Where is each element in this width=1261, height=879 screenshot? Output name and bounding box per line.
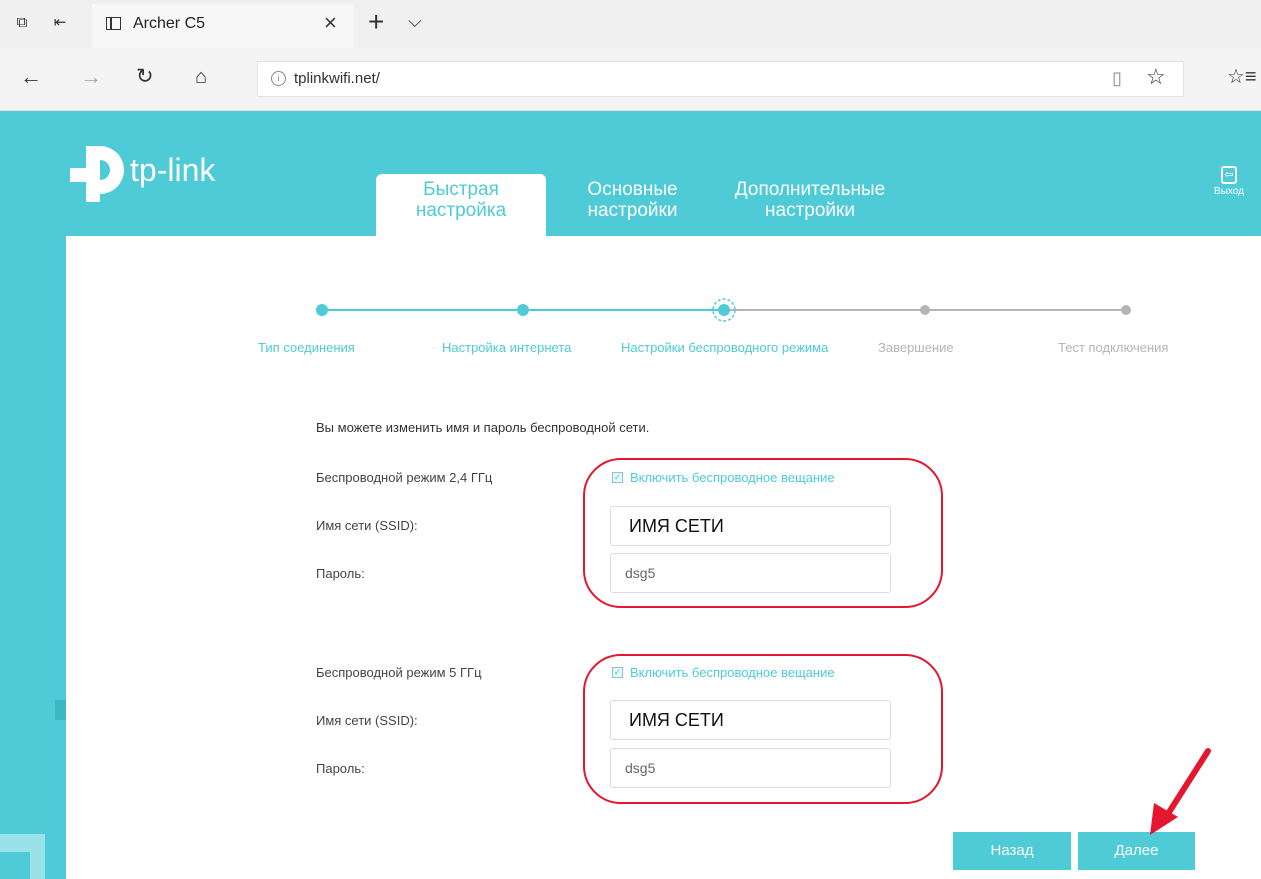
step-label-2: Настройка интернета: [442, 340, 572, 355]
tab-quick-setup-line1: Быстрая: [423, 179, 499, 200]
tab-quick-setup-line2: настройка: [415, 200, 507, 221]
step-label-3: Настройки беспроводного режима: [621, 340, 829, 355]
band-24-ssid-label: Имя сети (SSID):: [316, 518, 418, 533]
back-button[interactable]: Назад: [953, 832, 1071, 870]
tab-overview-icon[interactable]: ⧉: [12, 13, 32, 33]
chevron-down-icon[interactable]: ⌵: [408, 10, 422, 32]
annotation-arrow: [1150, 748, 1211, 835]
tab-basic-settings[interactable]: Основные настройки: [575, 179, 690, 221]
logout-label: Выход: [1214, 186, 1244, 197]
url-text: tplinkwifi.net/: [294, 70, 380, 87]
band-5-password-label: Пароль:: [316, 761, 365, 776]
step-label-5: Тест подключения: [1058, 340, 1169, 355]
annotation-oval: [583, 458, 943, 608]
home-icon[interactable]: ⌂: [195, 64, 207, 90]
tab-advanced-line2: настройки: [765, 200, 855, 221]
setup-stepper: Тип соединения Настройка интернета Настр…: [250, 290, 1220, 370]
back-arrow-icon[interactable]: ←: [20, 64, 42, 90]
logout-icon: ⇦: [1221, 166, 1237, 184]
set-tabs-aside-icon[interactable]: ⇤: [50, 13, 70, 33]
step-label-1: Тип соединения: [258, 340, 355, 355]
new-tab-icon[interactable]: +: [368, 7, 384, 37]
close-tab-icon[interactable]: ×: [324, 12, 337, 34]
step-dot-3: [718, 304, 730, 316]
step-dot-2: [517, 304, 529, 316]
strip-decoration: [55, 700, 66, 720]
left-accent-strip: [0, 236, 66, 879]
browser-toolbar: ← → ↻ ⌂ i tplinkwifi.net/: [0, 48, 1261, 111]
forward-arrow-icon[interactable]: →: [80, 64, 102, 90]
refresh-icon[interactable]: ↻: [136, 64, 154, 90]
step-dot-4: [920, 305, 930, 315]
step-dot-1: [316, 304, 328, 316]
band-24-password-label: Пароль:: [316, 566, 365, 581]
tab-title: Archer C5: [133, 15, 206, 32]
info-icon[interactable]: i: [271, 71, 286, 86]
reading-view-icon[interactable]: ▯: [1112, 68, 1122, 89]
step-dot-5: [1121, 305, 1131, 315]
stepper-track: [316, 298, 1131, 322]
step-label-4: Завершение: [878, 340, 954, 355]
browser-tab-bar: ⧉ ⇤ Archer C5 × + ⌵: [0, 0, 1261, 48]
brand-name: tp-link: [130, 152, 216, 188]
band-5-ssid-label: Имя сети (SSID):: [316, 713, 418, 728]
tab-basic-line2: настройки: [587, 200, 678, 221]
tab-advanced-settings[interactable]: Дополнительные настройки: [715, 179, 905, 221]
annotation-oval: [583, 654, 943, 804]
strip-decoration: [0, 852, 30, 879]
browser-tab[interactable]: Archer C5 ×: [92, 4, 354, 48]
tab-quick-setup[interactable]: Быстрая настройка: [376, 174, 546, 236]
tab-basic-line1: Основные: [587, 179, 678, 200]
logout-button[interactable]: ⇦ Выход: [1207, 166, 1251, 197]
intro-text: Вы можете изменить имя и пароль беспрово…: [316, 420, 650, 435]
band-5-title: Беспроводной режим 5 ГГц: [316, 665, 482, 680]
address-bar[interactable]: i tplinkwifi.net/: [257, 61, 1184, 97]
band-24-title: Беспроводной режим 2,4 ГГц: [316, 470, 493, 485]
page-icon: [106, 17, 121, 30]
favorites-list-icon[interactable]: ☆≡: [1227, 64, 1257, 89]
favorite-star-icon[interactable]: ☆: [1146, 64, 1166, 90]
tp-link-logo-icon: [70, 146, 124, 202]
tab-advanced-line1: Дополнительные: [734, 179, 886, 200]
